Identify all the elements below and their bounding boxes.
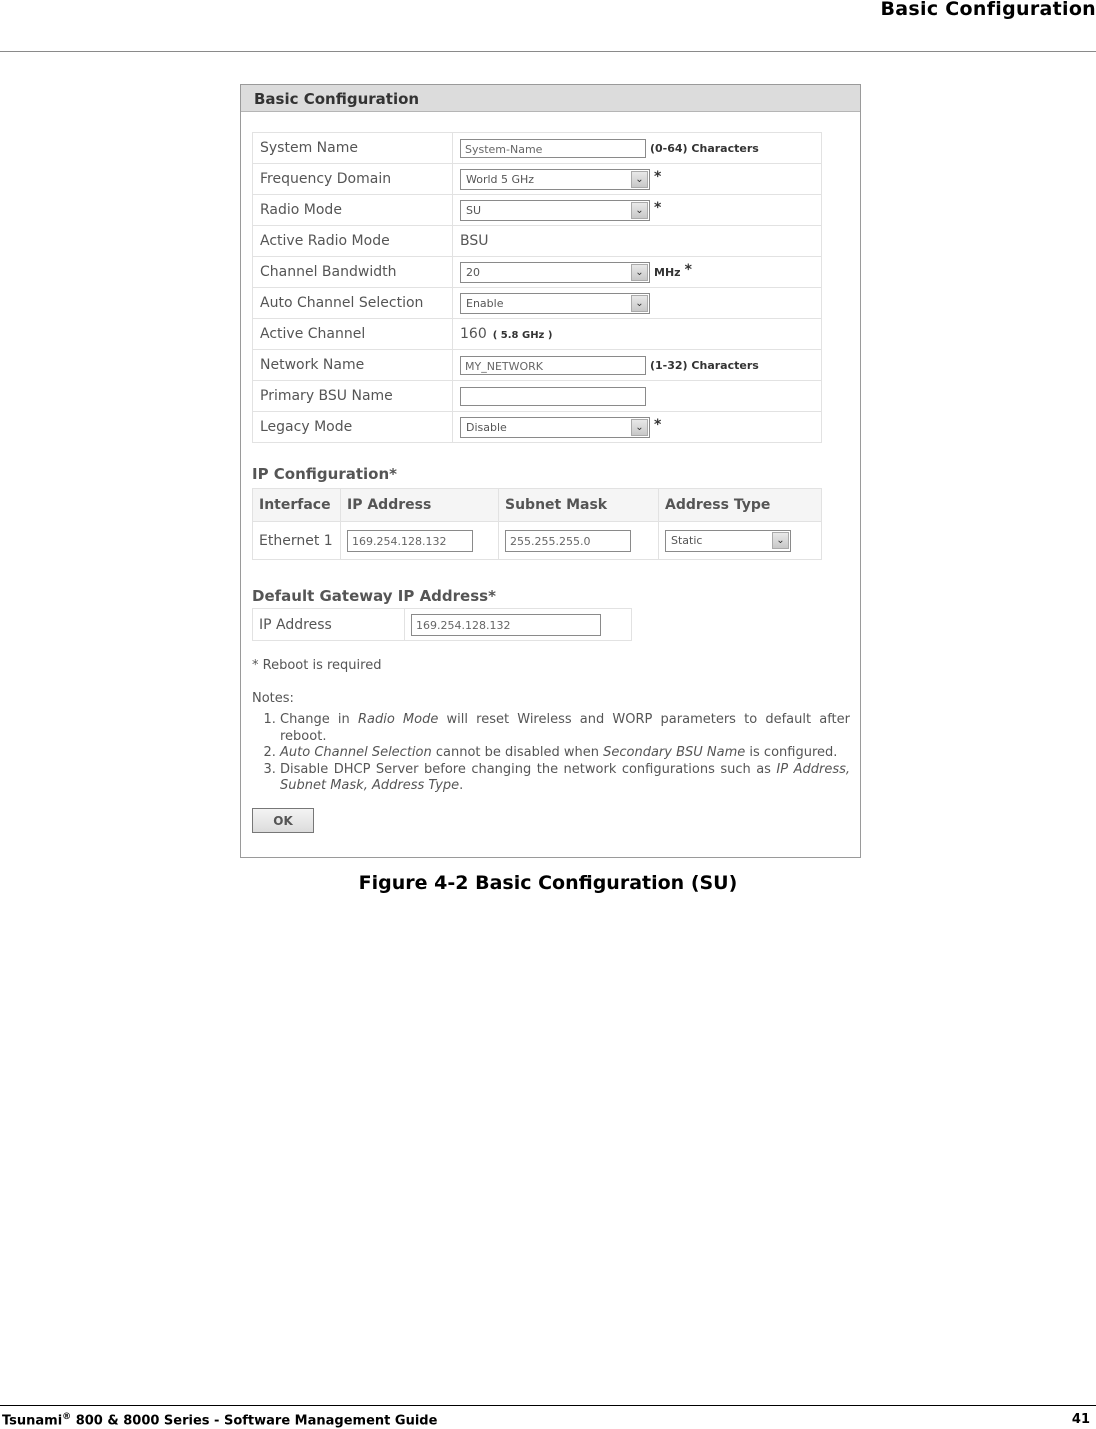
emphasized-term: Auto Channel Selection <box>280 745 432 760</box>
chevron-down-icon[interactable]: ⌄ <box>772 531 789 549</box>
field-label: Primary BSU Name <box>252 380 453 412</box>
form-row-radio-mode: Radio Mode SU ⌄ * <box>252 194 822 226</box>
selected-value: Disable <box>466 420 507 434</box>
emphasized-term: Secondary BSU Name <box>603 745 746 760</box>
field-hint: MHz <box>654 265 681 279</box>
basic-configuration-panel: Basic Configuration System Name System-Na… <box>240 84 861 858</box>
radio-mode-select[interactable]: SU ⌄ <box>460 199 650 221</box>
reboot-required-marker: * <box>654 416 662 433</box>
reboot-required-marker: * <box>654 199 662 216</box>
note-item: Disable DHCP Server before changing the … <box>280 762 850 795</box>
primary-bsu-name-input[interactable] <box>460 386 646 406</box>
channel-bandwidth-select[interactable]: 20 ⌄ <box>460 261 650 283</box>
address-type-value: Static <box>671 533 703 547</box>
page-header-title: Basic Configuration <box>880 0 1096 20</box>
form-row-active-channel: Active Channel 160 ( 5.8 GHz ) <box>252 318 822 350</box>
header-divider <box>0 51 1096 52</box>
network-name-input[interactable]: MY_NETWORK <box>460 355 646 375</box>
form-row-channel-bandwidth: Channel Bandwidth 20 ⌄ MHz * <box>252 256 822 288</box>
reboot-required-marker: * <box>654 168 662 185</box>
ok-button[interactable]: OK <box>252 808 314 833</box>
col-header-ip-address: IP Address <box>340 488 499 522</box>
field-label: Channel Bandwidth <box>252 256 453 288</box>
note-text: is configured. <box>745 745 838 760</box>
col-header-address-type: Address Type <box>658 488 822 522</box>
emphasized-term: Radio Mode <box>357 712 439 727</box>
form-row-auto-channel-selection: Auto Channel Selection Enable ⌄ <box>252 287 822 319</box>
footer-divider <box>0 1405 1096 1406</box>
panel-title: Basic Configuration <box>241 85 860 112</box>
note-item: Auto Channel Selection cannot be disable… <box>280 745 850 762</box>
chevron-down-icon[interactable]: ⌄ <box>631 418 648 436</box>
page-number: 41 <box>1071 1412 1090 1427</box>
active-channel-value: 160 <box>460 326 487 342</box>
ip-config-table: Interface IP Address Subnet Mask Address… <box>252 488 822 560</box>
active-radio-mode-value: BSU <box>460 233 489 249</box>
registered-mark: ® <box>62 1412 72 1422</box>
chevron-down-icon[interactable]: ⌄ <box>631 201 648 219</box>
address-type-select[interactable]: Static ⌄ <box>665 529 791 552</box>
field-label: Active Channel <box>252 318 453 350</box>
note-text: cannot be disabled when <box>431 745 604 760</box>
subnet-mask-input[interactable]: 255.255.255.0 <box>505 529 631 552</box>
form-row-legacy-mode: Legacy Mode Disable ⌄ * <box>252 411 822 443</box>
chevron-down-icon[interactable]: ⌄ <box>631 170 648 188</box>
gateway-ip-input[interactable]: 169.254.128.132 <box>411 613 601 636</box>
field-label: Radio Mode <box>252 194 453 226</box>
field-label: Active Radio Mode <box>252 225 453 257</box>
selected-value: 20 <box>466 265 480 279</box>
col-header-subnet-mask: Subnet Mask <box>498 488 659 522</box>
field-label: System Name <box>252 132 453 164</box>
basic-config-form: System Name System-Name (0-64) Characters F… <box>252 132 822 443</box>
selected-value: Enable <box>466 296 504 310</box>
table-row: Ethernet 1 169.254.128.132 255.255.255.0… <box>252 521 822 560</box>
field-label: Legacy Mode <box>252 411 453 443</box>
gateway-table: IP Address 169.254.128.132 <box>252 608 632 641</box>
guide-title: 800 & 8000 Series - Software Management … <box>71 1413 438 1429</box>
interface-name: Ethernet 1 <box>252 521 341 560</box>
footer-title: Tsunami® 800 & 8000 Series - Software Ma… <box>2 1412 437 1428</box>
ip-address-input[interactable]: 169.254.128.132 <box>347 529 473 552</box>
chevron-down-icon[interactable]: ⌄ <box>631 294 648 312</box>
reboot-note: * Reboot is required <box>252 658 382 673</box>
figure-caption: Figure 4-2 Basic Configuration (SU) <box>358 872 738 894</box>
legacy-mode-select[interactable]: Disable ⌄ <box>460 416 650 438</box>
form-row-frequency-domain: Frequency Domain World 5 GHz ⌄ * <box>252 163 822 195</box>
note-text: . <box>459 778 464 793</box>
notes-list: Change in Radio Mode will reset Wireless… <box>252 712 850 795</box>
field-hint: (1-32) Characters <box>650 358 759 372</box>
note-text: Change in <box>280 712 358 727</box>
note-item: Change in Radio Mode will reset Wireless… <box>280 712 850 745</box>
form-row-system-name: System Name System-Name (0-64) Characters <box>252 132 822 164</box>
field-hint: (0-64) Characters <box>650 141 759 155</box>
selected-value: World 5 GHz <box>466 172 535 186</box>
frequency-note: ( 5.8 GHz ) <box>492 330 553 341</box>
reboot-required-marker: * <box>684 261 692 278</box>
frequency-domain-select[interactable]: World 5 GHz ⌄ <box>460 168 650 190</box>
form-row-active-radio-mode: Active Radio Mode BSU <box>252 225 822 257</box>
col-header-interface: Interface <box>252 488 341 522</box>
gateway-label: IP Address <box>252 608 405 641</box>
chevron-down-icon[interactable]: ⌄ <box>631 263 648 281</box>
field-label: Network Name <box>252 349 453 381</box>
note-text: Disable DHCP Server before changing the … <box>280 761 777 777</box>
form-row-primary-bsu-name: Primary BSU Name <box>252 380 822 412</box>
system-name-input[interactable]: System-Name <box>460 138 646 158</box>
field-label: Auto Channel Selection <box>252 287 453 319</box>
table-row: IP Address 169.254.128.132 <box>252 608 632 641</box>
gateway-heading: Default Gateway IP Address* <box>252 587 496 605</box>
field-label: Frequency Domain <box>252 163 453 195</box>
product-name: Tsunami <box>2 1413 63 1429</box>
ip-config-heading: IP Configuration* <box>252 465 397 483</box>
notes-label: Notes: <box>252 691 294 706</box>
form-row-network-name: Network Name MY_NETWORK (1-32) Characters <box>252 349 822 381</box>
auto-channel-selection-select[interactable]: Enable ⌄ <box>460 292 650 314</box>
selected-value: SU <box>466 203 482 217</box>
